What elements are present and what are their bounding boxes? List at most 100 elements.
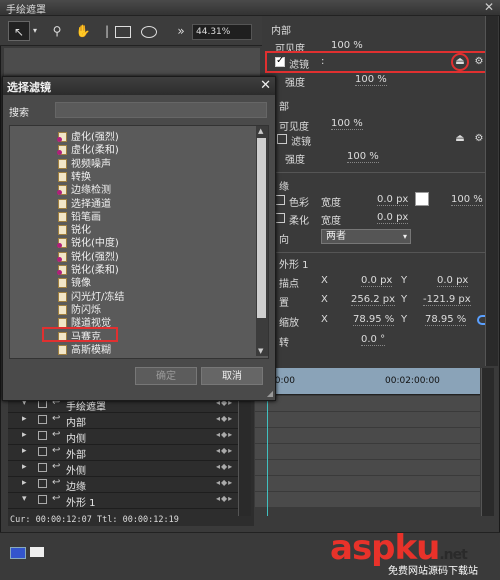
zoom-input[interactable]: 44.31% xyxy=(192,24,252,40)
filter-list-item[interactable]: 镜像 xyxy=(58,274,91,289)
expand-triangle-icon[interactable]: ▸ xyxy=(22,446,27,456)
cancel-button[interactable]: 取消 xyxy=(201,367,263,385)
filter-list[interactable]: 虚化(强烈) 虚化(柔和) 视频噪声 转换 边缘检测 选择通道 铅笔画 锐化 锐化(中度) 锐化(… xyxy=(9,125,269,359)
filter-list-item[interactable]: 锐化(强烈) xyxy=(57,248,119,263)
filter-list-item[interactable]: 视频噪声 xyxy=(58,155,111,170)
scroll-down-icon[interactable]: ▼ xyxy=(258,347,263,355)
outer-filter-open-icon[interactable]: ⏏ xyxy=(454,133,466,145)
scale-x-value[interactable]: 78.95 % xyxy=(353,314,395,326)
expand-triangle-icon[interactable]: ▸ xyxy=(22,414,27,424)
select-arrow-icon[interactable]: ↖ xyxy=(8,21,30,41)
properties-scrollbar[interactable] xyxy=(485,16,498,366)
track-checkbox[interactable] xyxy=(38,431,47,440)
window-close-icon[interactable]: ✕ xyxy=(482,0,496,14)
strength-value[interactable]: 100 % xyxy=(355,74,387,86)
track-checkbox[interactable] xyxy=(38,415,47,424)
rotate-value[interactable]: 0.0 ° xyxy=(361,334,386,346)
scroll-thumb[interactable] xyxy=(257,138,266,318)
filter-list-item[interactable]: 防闪烁 xyxy=(58,301,101,316)
ok-button[interactable]: 确定 xyxy=(135,367,197,385)
track-checkbox[interactable] xyxy=(38,463,47,472)
filter-list-item[interactable]: 锐化 xyxy=(58,221,91,236)
timeline-track[interactable] xyxy=(255,396,480,412)
edge-color-swatch[interactable] xyxy=(415,192,429,206)
keyframe-controls-icon[interactable]: ◂◆▸ xyxy=(216,462,233,471)
edge-color-checkbox[interactable] xyxy=(275,195,285,205)
keyframe-controls-icon[interactable]: ◂◆▸ xyxy=(216,430,233,439)
expand-triangle-icon[interactable]: ▸ xyxy=(22,478,27,488)
keyframe-controls-icon[interactable]: ◂◆▸ xyxy=(216,478,233,487)
filter-settings-icon[interactable]: ⚙ xyxy=(473,56,485,68)
timeline-track[interactable] xyxy=(255,476,480,492)
expand-triangle-icon[interactable]: ▸ xyxy=(22,430,27,440)
magnify-icon[interactable]: ⚲ xyxy=(46,21,68,41)
feather-width-value[interactable]: 0.0 px xyxy=(377,212,409,224)
timeline-track[interactable] xyxy=(255,460,480,476)
filter-list-item[interactable]: 铅笔画 xyxy=(58,208,101,223)
feather-checkbox[interactable] xyxy=(275,213,285,223)
track-row[interactable]: ▸ ↩ 外部 ◂◆▸ xyxy=(8,444,250,461)
layout-split-icon[interactable] xyxy=(10,547,26,559)
chevron-down-icon[interactable]: ▾ xyxy=(30,21,40,41)
track-checkbox[interactable] xyxy=(38,495,47,504)
filter-list-item[interactable]: 虚化(柔和) xyxy=(57,141,119,156)
rectangle-tool-icon[interactable] xyxy=(112,21,134,41)
timeline-ruler[interactable]: 00:00 00:02:00:00 xyxy=(255,368,480,395)
filter-list-item[interactable]: 锐化(中度) xyxy=(57,234,119,249)
track-checkbox[interactable] xyxy=(38,447,47,456)
scroll-up-icon[interactable]: ▲ xyxy=(258,127,263,135)
filter-list-item[interactable]: 隧道视觉 xyxy=(58,314,111,329)
outer-strength-value[interactable]: 100 % xyxy=(347,151,379,163)
position-x-value[interactable]: 256.2 px xyxy=(351,294,396,306)
expand-triangle-icon[interactable]: ▸ xyxy=(22,462,27,472)
timeline-track[interactable] xyxy=(255,492,480,508)
layout-single-icon[interactable] xyxy=(30,547,44,557)
outer-filter-checkbox[interactable] xyxy=(277,134,287,144)
keyframe-controls-icon[interactable]: ◂◆▸ xyxy=(216,414,233,423)
keyframe-controls-icon[interactable]: ◂◆▸ xyxy=(216,446,233,455)
timeline-track[interactable] xyxy=(255,444,480,460)
hand-pan-icon[interactable]: ✋ xyxy=(72,21,94,41)
filter-list-item[interactable]: 虚化(强烈) xyxy=(57,128,119,143)
edge-color-percent[interactable]: 100 % xyxy=(451,194,483,206)
filter-open-icon[interactable]: ⏏ xyxy=(454,56,466,68)
zoom-arrows-icon[interactable]: » xyxy=(170,21,192,41)
direction-select[interactable]: 两者 ▾ xyxy=(321,229,411,244)
edge-width-value[interactable]: 0.0 px xyxy=(377,194,409,206)
track-name: 外侧 xyxy=(66,466,86,477)
filter-list-item[interactable]: 转换 xyxy=(58,168,91,183)
expand-triangle-icon[interactable]: ▾ xyxy=(22,494,27,504)
track-arrow-icon: ↩ xyxy=(52,429,61,440)
track-row[interactable]: ▸ ↩ 内侧 ◂◆▸ xyxy=(8,428,250,445)
timeline-scrollbar[interactable] xyxy=(481,368,494,516)
timeline-area[interactable]: 00:00 00:02:00:00 xyxy=(255,368,495,528)
filter-list-item[interactable]: 锐化(柔和) xyxy=(57,261,119,276)
timeline-track[interactable] xyxy=(255,428,480,444)
track-row[interactable]: ▸ ↩ 外侧 ◂◆▸ xyxy=(8,460,250,477)
outer-visibility-value[interactable]: 100 % xyxy=(331,118,363,130)
track-row[interactable]: ▸ ↩ 内部 ◂◆▸ xyxy=(8,412,250,429)
position-y-value[interactable]: -121.9 px xyxy=(423,294,471,306)
anchor-y-value[interactable]: 0.0 px xyxy=(437,275,469,287)
direction-value: 两者 xyxy=(326,231,346,242)
filter-list-item[interactable]: 选择通道 xyxy=(58,195,111,210)
track-row[interactable]: ▾ ↩ 外形 1 ◂◆▸ xyxy=(8,492,250,509)
outer-filter-settings-icon[interactable]: ⚙ xyxy=(473,133,485,145)
filter-list-scrollbar[interactable]: ▲ ▼ xyxy=(256,126,268,356)
inner-filter-checkbox[interactable] xyxy=(275,55,285,67)
keyframe-controls-icon[interactable]: ◂◆▸ xyxy=(216,494,233,503)
resize-grip-icon[interactable]: ◢ xyxy=(267,389,273,398)
anchor-x-value[interactable]: 0.0 px xyxy=(361,275,393,287)
filter-list-item[interactable]: 高斯模糊 xyxy=(58,341,111,356)
search-input[interactable] xyxy=(55,102,267,118)
filter-list-item[interactable]: 边缘检测 xyxy=(57,181,111,196)
track-checkbox[interactable] xyxy=(38,479,47,488)
scale-x-label: X xyxy=(321,314,328,325)
dialog-close-icon[interactable]: ✕ xyxy=(260,78,271,93)
ellipse-tool-icon[interactable] xyxy=(138,21,160,41)
timeline-track[interactable] xyxy=(255,412,480,428)
filter-list-item[interactable]: 闪光灯/冻结 xyxy=(58,288,124,303)
scale-y-value[interactable]: 78.95 % xyxy=(425,314,467,326)
track-row[interactable]: ▸ ↩ 边缘 ◂◆▸ xyxy=(8,476,250,493)
track-scrollbar[interactable] xyxy=(238,396,251,516)
